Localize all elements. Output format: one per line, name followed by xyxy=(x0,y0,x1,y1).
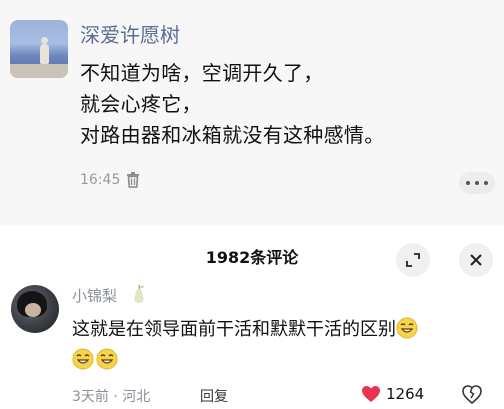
close-button[interactable] xyxy=(459,243,493,277)
more-button[interactable] xyxy=(459,172,495,194)
close-icon xyxy=(470,254,482,266)
reply-button[interactable]: 回复 xyxy=(200,386,228,406)
expand-icon xyxy=(406,253,420,267)
post-author[interactable]: 深爱许愿树 xyxy=(80,19,180,48)
smile-emoji-icon xyxy=(396,317,418,339)
post-time: 16:45 xyxy=(80,172,121,188)
post-content: 不知道为啥，空调开久了， 就会心疼它， 对路由器和冰箱就没有这种感情。 xyxy=(80,61,385,147)
trash-icon[interactable] xyxy=(126,172,140,188)
post-card: 深爱许愿树 不知道为啥，空调开久了， 就会心疼它， 对路由器和冰箱就没有这种感情… xyxy=(0,0,504,225)
commenter-name[interactable]: 小锦梨 xyxy=(72,285,117,306)
smile-emoji-icon xyxy=(72,348,94,370)
smile-emoji-icon xyxy=(96,348,118,370)
comment-meta: 3天前 · 河北 xyxy=(72,389,151,405)
like-count: 1264 xyxy=(386,385,425,403)
expand-button[interactable] xyxy=(396,243,430,277)
comment-text: 这就是在领导面前干活和默默干活的区别 xyxy=(72,314,492,376)
author-avatar[interactable] xyxy=(10,20,68,78)
commenter-avatar[interactable] xyxy=(11,285,59,333)
comment-body: 这就是在领导面前干活和默默干活的区别 xyxy=(72,319,396,340)
more-icon xyxy=(466,181,470,185)
pear-badge-icon xyxy=(134,284,144,303)
heart-icon[interactable] xyxy=(361,385,381,403)
dislike-icon[interactable] xyxy=(461,383,483,405)
comments-panel: 1982条评论 小锦梨 这就是在领导面前干活和默默干活的区别 3天前 · 河北 … xyxy=(0,228,504,409)
